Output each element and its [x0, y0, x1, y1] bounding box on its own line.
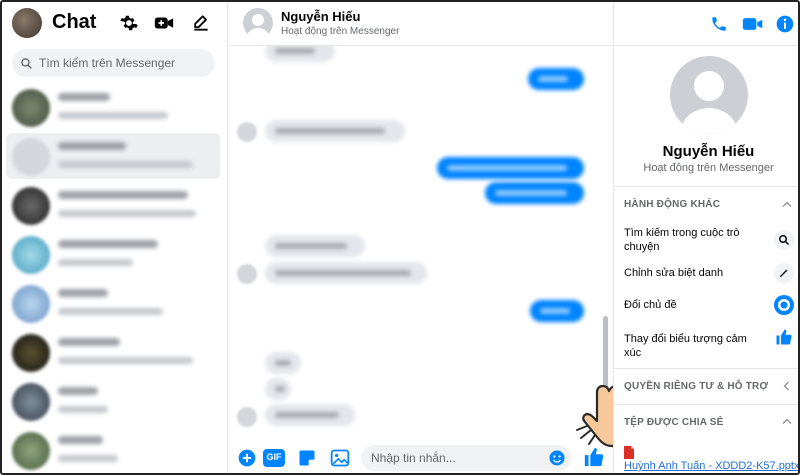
divider — [614, 186, 798, 187]
section-privacy-support[interactable]: QUYỀN RIÊNG TƯ & HỖ TRỢ — [624, 381, 768, 392]
sender-avatar — [237, 407, 257, 427]
search-icon — [21, 57, 32, 69]
avatar — [12, 334, 50, 372]
conversation-preview — [58, 455, 118, 462]
gif-button[interactable]: GIF — [263, 448, 285, 468]
divider — [614, 404, 798, 405]
avatar — [12, 383, 50, 421]
sender-avatar — [237, 122, 257, 142]
conversation-item[interactable] — [6, 182, 220, 228]
message-input[interactable] — [361, 445, 571, 471]
conversation-preview — [58, 259, 133, 266]
section-more-actions[interactable]: HÀNH ĐỘNG KHÁC — [624, 199, 720, 210]
conversation-item[interactable] — [6, 231, 220, 277]
action-search-in-conversation[interactable]: Tìm kiếm trong cuộc trò chuyện — [624, 226, 764, 254]
chevron-up-icon[interactable] — [780, 198, 794, 212]
message-bubble-in — [265, 235, 365, 257]
divider — [614, 368, 798, 369]
section-shared-files[interactable]: TỆP ĐƯỢC CHIA SẺ — [624, 417, 723, 428]
compose-icon[interactable] — [189, 11, 213, 35]
message-bubble-out — [528, 68, 584, 90]
phone-icon[interactable] — [708, 13, 730, 35]
conversation-name — [58, 93, 110, 101]
conversation-name — [58, 338, 120, 346]
avatar — [12, 432, 50, 470]
chat-panel: Nguyễn Hiếu Hoạt động trên Messenger GIF… — [229, 2, 643, 473]
gear-icon[interactable] — [117, 11, 141, 35]
message-bubble-in — [265, 404, 355, 426]
conversation-preview — [58, 161, 193, 168]
action-edit-nickname[interactable]: Chỉnh sửa biệt danh — [624, 266, 764, 280]
conversation-info-panel: Nguyễn Hiếu Hoạt động trên Messenger HÀN… — [613, 2, 798, 473]
info-icon[interactable] — [774, 13, 796, 35]
my-avatar[interactable] — [12, 8, 42, 38]
search-icon[interactable] — [774, 230, 794, 250]
conversation-preview — [58, 357, 193, 364]
new-video-call-icon[interactable] — [152, 11, 176, 35]
emoji-icon[interactable] — [547, 448, 567, 468]
avatar — [12, 89, 50, 127]
pencil-icon[interactable] — [774, 263, 794, 283]
conversation-preview — [58, 406, 108, 413]
conversation-item[interactable] — [6, 427, 220, 473]
chat-header: Nguyễn Hiếu Hoạt động trên Messenger — [229, 2, 613, 46]
message-list[interactable] — [229, 46, 613, 436]
contact-name[interactable]: Nguyễn Hiếu — [281, 9, 360, 24]
conversation-item[interactable] — [6, 84, 220, 130]
message-bubble-in — [265, 378, 291, 400]
message-bubble-in — [265, 120, 405, 142]
file-icon — [624, 446, 634, 459]
video-call-icon[interactable] — [742, 13, 764, 35]
action-change-emoji[interactable]: Thay đổi biểu tượng cảm xúc — [624, 332, 764, 360]
message-bubble-out — [530, 300, 584, 322]
message-bubble-in — [265, 46, 335, 62]
conversation-preview — [58, 308, 163, 315]
messenger-window: Chat Tìm kiếm trên Messenger Nguyễn Hiếu… — [0, 0, 800, 475]
message-bubble-in — [265, 352, 301, 374]
theme-circle-icon[interactable] — [774, 295, 794, 315]
avatar — [12, 187, 50, 225]
conversation-name — [58, 387, 98, 395]
conversation-name — [58, 240, 158, 248]
thumbs-up-icon[interactable] — [774, 327, 794, 347]
shared-file-link[interactable]: Huỳnh Anh Tuấn - XDDD2-K57.pptx — [624, 460, 798, 472]
conversation-item[interactable] — [6, 329, 220, 375]
conversation-item-active[interactable] — [6, 133, 220, 179]
sidebar-header: Chat — [2, 2, 228, 46]
message-bubble-out — [437, 157, 584, 179]
contact-status: Hoạt động trên Messenger — [281, 26, 400, 37]
action-change-theme[interactable]: Đổi chủ đề — [624, 298, 764, 312]
conversation-preview — [58, 112, 168, 119]
profile-name: Nguyễn Hiếu — [662, 143, 755, 160]
chevron-left-icon[interactable] — [780, 379, 794, 393]
search-box[interactable]: Tìm kiếm trên Messenger — [12, 49, 215, 77]
conversation-name — [58, 289, 108, 297]
conversation-item[interactable] — [6, 378, 220, 424]
profile-status: Hoạt động trên Messenger — [643, 162, 774, 174]
conversation-name — [58, 436, 103, 444]
avatar — [12, 236, 50, 274]
sender-avatar — [237, 264, 257, 284]
info-topbar — [614, 2, 798, 46]
conversation-item[interactable] — [6, 280, 220, 326]
conversation-preview — [58, 210, 196, 217]
sticker-icon[interactable] — [297, 448, 317, 468]
image-icon[interactable] — [330, 448, 350, 468]
plus-icon[interactable] — [237, 448, 257, 468]
chevron-up-icon[interactable] — [780, 415, 794, 429]
avatar — [12, 138, 50, 176]
gif-label: GIF — [266, 452, 282, 462]
conversation-name — [58, 191, 188, 199]
conversation-name — [58, 142, 126, 150]
message-bubble-in — [265, 262, 427, 284]
shared-file-item[interactable]: Huỳnh Anh Tuấn - XDDD2-K57.pptx — [624, 446, 798, 472]
avatar — [12, 285, 50, 323]
contact-profile-avatar[interactable] — [670, 56, 748, 134]
search-placeholder: Tìm kiếm trên Messenger — [39, 56, 176, 70]
conversation-sidebar: Chat Tìm kiếm trên Messenger — [2, 2, 228, 473]
sidebar-title: Chat — [52, 11, 97, 33]
contact-avatar[interactable] — [243, 8, 273, 38]
message-bubble-out — [485, 182, 584, 204]
composer: GIF — [229, 438, 613, 473]
